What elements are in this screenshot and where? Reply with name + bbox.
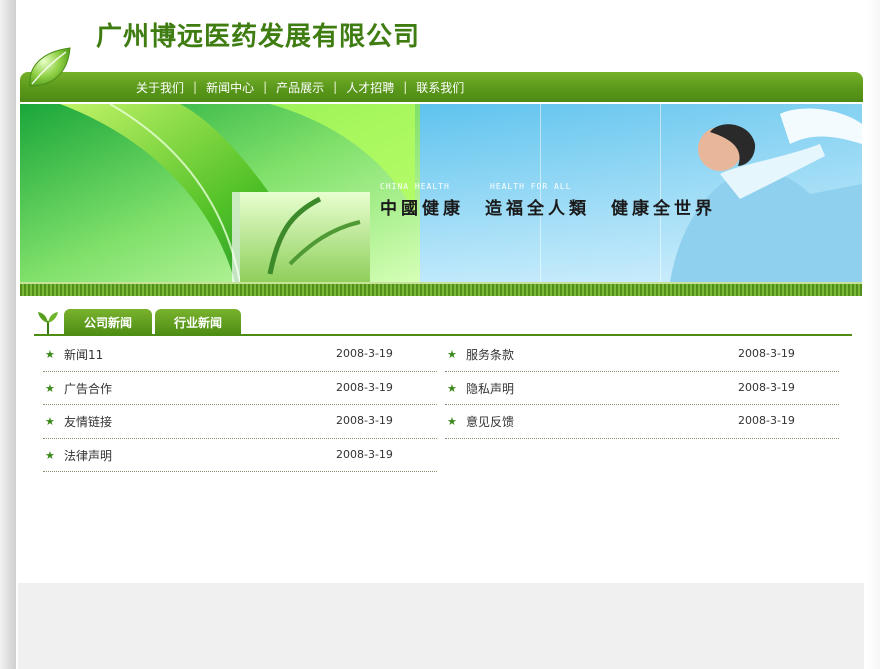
nav-separator: |	[263, 80, 268, 94]
news-title-link[interactable]: 广告合作	[64, 380, 112, 397]
news-date: 2008-3-19	[336, 347, 393, 360]
list-item: ★ 新闻11 2008-3-19	[43, 338, 437, 372]
news-title-link[interactable]: 意见反馈	[466, 413, 514, 430]
list-item: ★ 意见反馈 2008-3-19	[445, 405, 839, 439]
news-date: 2008-3-19	[336, 447, 393, 461]
star-icon: ★	[45, 348, 55, 361]
nav-item-products[interactable]: 产品展示	[276, 79, 324, 96]
leaf-icon	[29, 47, 71, 87]
tab-company-news[interactable]: 公司新闻	[64, 309, 152, 335]
tab-underline	[34, 334, 852, 336]
nav-separator: |	[193, 80, 198, 94]
star-icon: ★	[45, 381, 55, 395]
news-date: 2008-3-19	[738, 380, 795, 394]
tab-industry-news[interactable]: 行业新闻	[155, 309, 241, 335]
star-icon: ★	[447, 415, 457, 428]
left-border	[0, 0, 16, 669]
nav-item-jobs[interactable]: 人才招聘	[346, 79, 394, 96]
right-border	[866, 0, 880, 669]
banner-slogan: 中國健康 造福全人類 健康全世界	[380, 198, 716, 219]
news-date: 2008-3-19	[738, 347, 795, 360]
news-list-left: ★ 新闻11 2008-3-19 ★ 广告合作 2008-3-19 ★ 友情链接…	[43, 338, 437, 472]
star-icon: ★	[447, 381, 457, 395]
banner-en-left: CHINA HEALTH	[380, 182, 450, 191]
banner-en-right: HEALTH FOR ALL	[490, 182, 571, 191]
star-icon: ★	[45, 415, 55, 428]
news-date: 2008-3-19	[336, 380, 393, 394]
nav-item-about[interactable]: 关于我们	[136, 79, 184, 96]
banner-image: CHINA HEALTH HEALTH FOR ALL 中國健康 造福全人類 健…	[20, 104, 862, 282]
news-title-link[interactable]: 新闻11	[64, 346, 103, 363]
nav-separator: |	[333, 80, 338, 94]
news-date: 2008-3-19	[336, 414, 393, 427]
banner-divider	[20, 282, 862, 296]
nav-item-contact[interactable]: 联系我们	[416, 79, 464, 96]
hero-banner: CHINA HEALTH HEALTH FOR ALL 中國健康 造福全人類 健…	[20, 104, 862, 282]
news-date: 2008-3-19	[738, 414, 795, 427]
star-icon: ★	[45, 448, 55, 462]
list-item: ★ 友情链接 2008-3-19	[43, 405, 437, 439]
news-title-link[interactable]: 服务条款	[466, 346, 514, 363]
nav-bar: 关于我们 | 新闻中心 | 产品展示 | 人才招聘 | 联系我们	[20, 72, 863, 102]
footer	[18, 583, 864, 669]
news-title-link[interactable]: 隐私声明	[466, 380, 514, 397]
list-item: ★ 广告合作 2008-3-19	[43, 372, 437, 405]
sprout-icon	[38, 312, 58, 334]
news-title-link[interactable]: 法律声明	[64, 447, 112, 464]
star-icon: ★	[447, 348, 457, 361]
nav-separator: |	[403, 80, 408, 94]
company-title: 广州博远医药发展有限公司	[96, 22, 421, 52]
news-list-right: ★ 服务条款 2008-3-19 ★ 隐私声明 2008-3-19 ★ 意见反馈…	[445, 338, 839, 439]
news-title-link[interactable]: 友情链接	[64, 413, 112, 430]
nav-item-news[interactable]: 新闻中心	[206, 79, 254, 96]
list-item: ★ 隐私声明 2008-3-19	[445, 372, 839, 405]
nav-links: 关于我们 | 新闻中心 | 产品展示 | 人才招聘 | 联系我们	[136, 72, 464, 102]
list-item: ★ 服务条款 2008-3-19	[445, 338, 839, 372]
list-item: ★ 法律声明 2008-3-19	[43, 439, 437, 472]
